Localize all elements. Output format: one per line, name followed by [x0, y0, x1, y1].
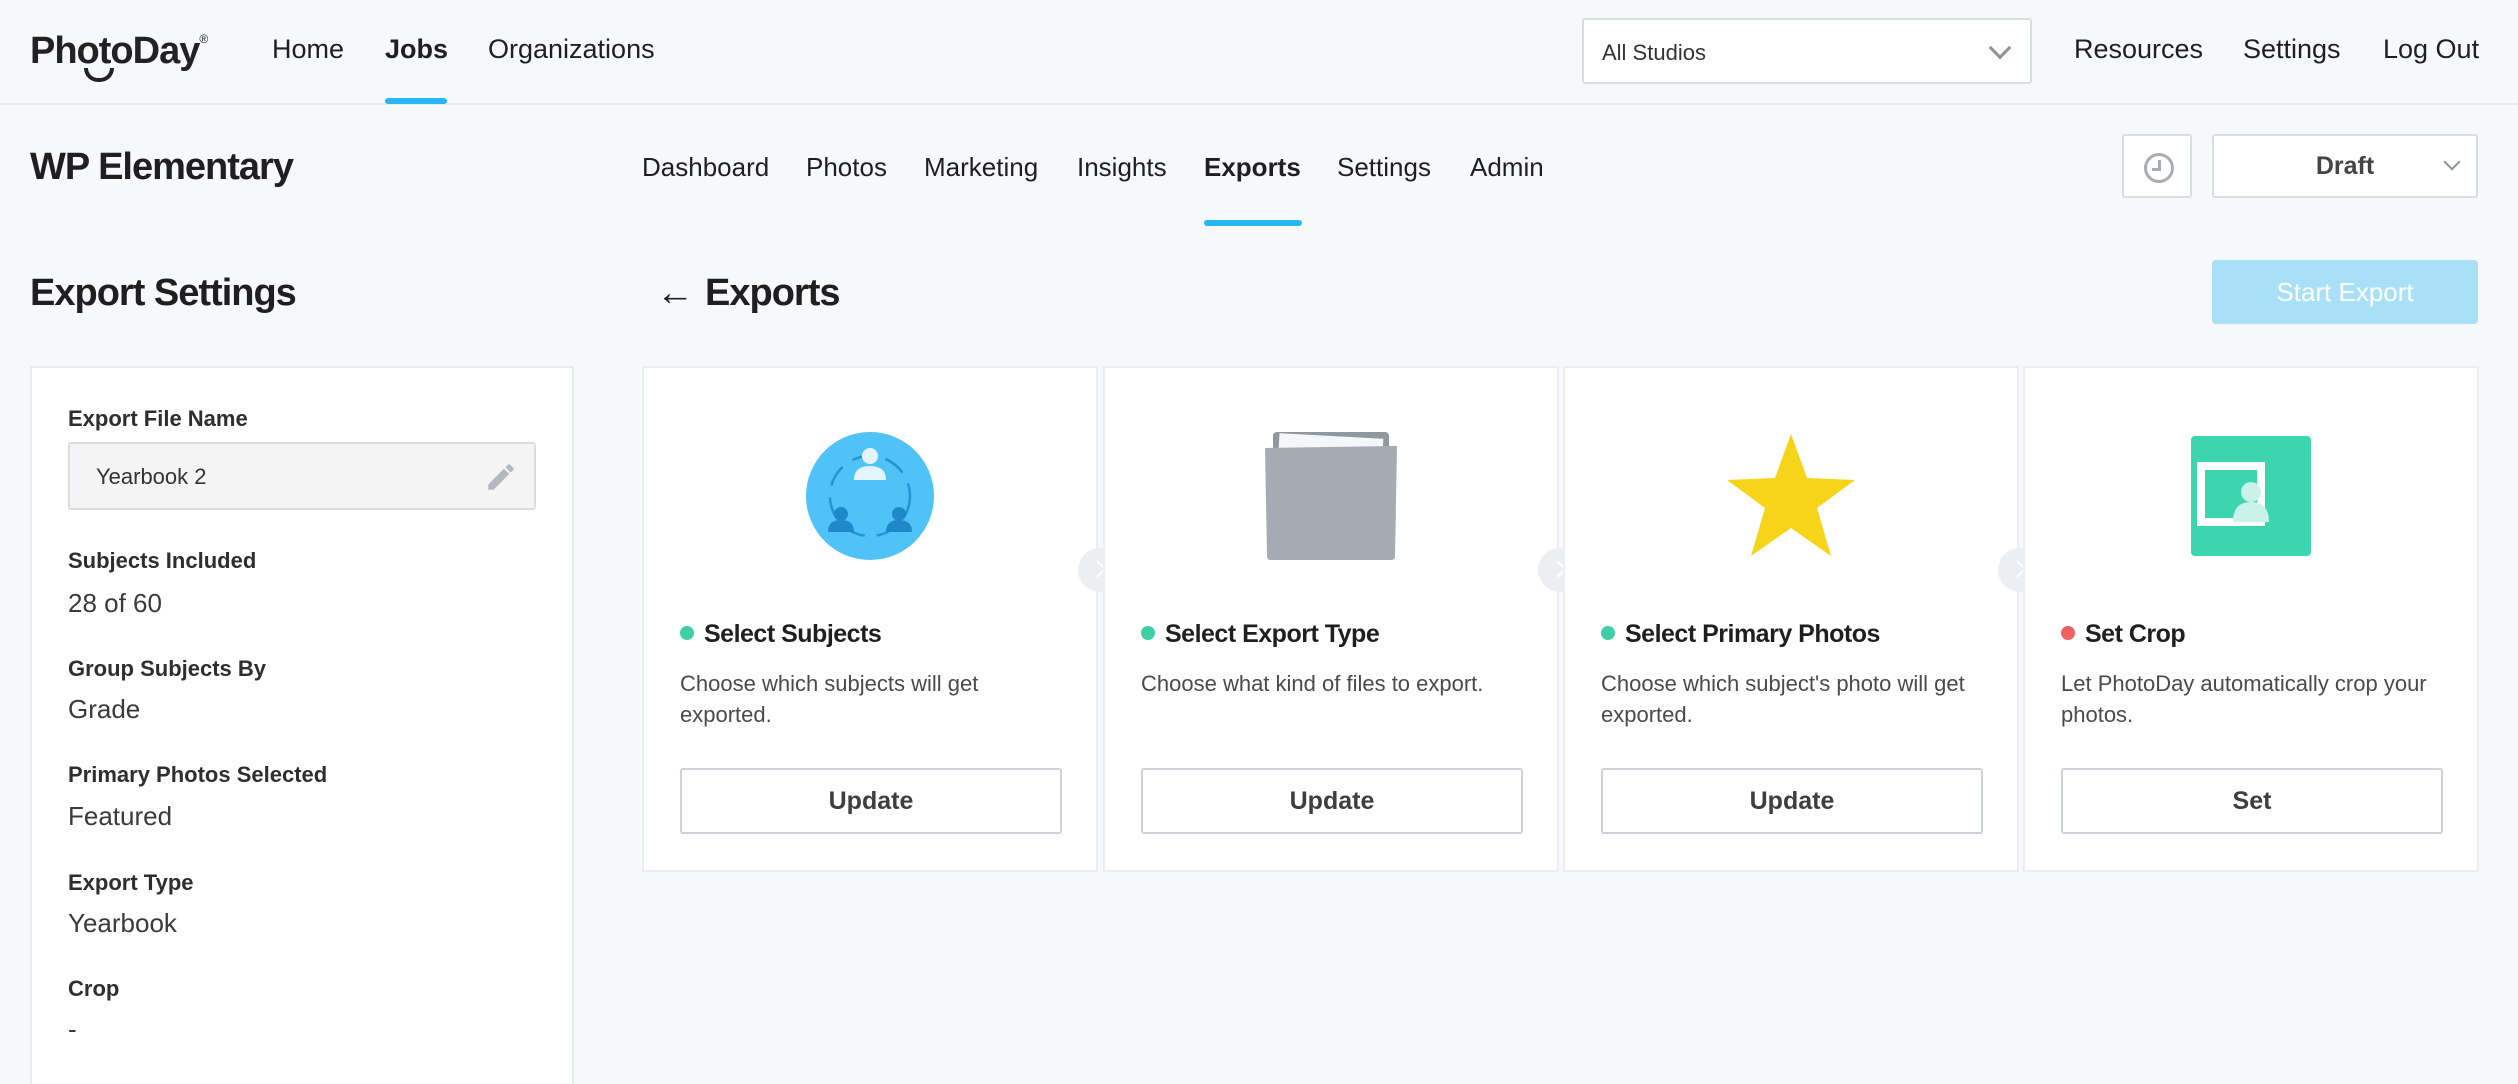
- pencil-edit-icon[interactable]: [484, 460, 518, 494]
- step-description: Choose what kind of files to export.: [1141, 671, 1484, 696]
- nav-home[interactable]: Home: [272, 34, 344, 65]
- nav-settings[interactable]: Settings: [2243, 34, 2341, 65]
- status-dot-complete: [1141, 626, 1155, 640]
- field-label-export-file-name: Export File Name: [68, 406, 248, 431]
- tab-exports[interactable]: Exports: [1204, 152, 1301, 183]
- star-icon: [1727, 434, 1855, 556]
- field-value-subjects-included: 28 of 60: [68, 588, 162, 618]
- export-settings-title: Export Settings: [30, 272, 297, 314]
- nav-resources[interactable]: Resources: [2074, 34, 2203, 65]
- step-description: Let PhotoDay automatically crop your pho…: [2061, 671, 2427, 727]
- chevron-down-icon: [2443, 153, 2461, 171]
- step-card-select-primary-photos: Select Primary Photos Choose which subje…: [1563, 366, 2019, 872]
- photoday-logo[interactable]: PhotoDay®: [30, 30, 208, 82]
- nav-organizations[interactable]: Organizations: [488, 34, 655, 65]
- step-description: Choose which subject's photo will get ex…: [1601, 671, 1965, 727]
- nav-jobs[interactable]: Jobs: [385, 34, 448, 65]
- field-label-subjects-included: Subjects Included: [68, 548, 257, 573]
- tab-settings[interactable]: Settings: [1337, 152, 1431, 183]
- nav-log-out[interactable]: Log Out: [2383, 34, 2479, 65]
- update-primary-photos-button[interactable]: Update: [1601, 768, 1983, 834]
- step-title-text: Select Primary Photos: [1625, 620, 1880, 648]
- step-card-select-export-type: Select Export Type Choose what kind of f…: [1103, 366, 1559, 872]
- start-export-button[interactable]: Start Export: [2212, 260, 2478, 324]
- field-value-crop: -: [68, 1014, 77, 1044]
- export-file-name-input[interactable]: Yearbook 2: [68, 442, 536, 510]
- clock-icon: [2144, 153, 2174, 183]
- nav-active-indicator: [385, 98, 447, 104]
- tab-insights[interactable]: Insights: [1077, 152, 1167, 183]
- step-card-select-subjects: Select Subjects Choose which subjects wi…: [642, 366, 1098, 872]
- exports-title: Exports: [705, 272, 840, 314]
- field-label-crop: Crop: [68, 976, 120, 1001]
- tab-admin[interactable]: Admin: [1470, 152, 1544, 183]
- update-export-type-button[interactable]: Update: [1141, 768, 1523, 834]
- field-value-primary-photos-selected: Featured: [68, 801, 173, 831]
- tab-marketing[interactable]: Marketing: [924, 152, 1038, 183]
- step-title: Set Crop: [2061, 620, 2186, 649]
- studio-select[interactable]: All Studios: [1582, 18, 2032, 84]
- job-title: WP Elementary: [30, 146, 294, 188]
- tab-photos[interactable]: Photos: [806, 152, 887, 183]
- step-title-text: Select Subjects: [704, 620, 882, 648]
- export-file-name-value: Yearbook 2: [96, 464, 207, 489]
- update-subjects-button[interactable]: Update: [680, 768, 1062, 834]
- step-title: Select Export Type: [1141, 620, 1380, 649]
- step-description: Choose which subjects will get exported.: [680, 671, 979, 727]
- logo-text: PhotoDay: [30, 30, 200, 72]
- export-settings-panel: Export File Name Yearbook 2 Subjects Inc…: [30, 366, 574, 1084]
- top-navigation-bar: PhotoDay® Home Jobs Organizations All St…: [0, 0, 2518, 105]
- subjects-group-icon: [806, 432, 934, 560]
- tab-dashboard[interactable]: Dashboard: [642, 152, 769, 183]
- job-status-value: Draft: [2315, 152, 2375, 180]
- back-arrow-icon[interactable]: ←: [656, 272, 694, 315]
- crop-portrait-icon: [2191, 436, 2311, 556]
- studio-select-value: All Studios: [1602, 40, 1706, 65]
- field-label-export-type: Export Type: [68, 870, 194, 895]
- history-button[interactable]: [2122, 134, 2192, 198]
- step-title: Select Subjects: [680, 620, 882, 649]
- step-card-set-crop: Set Crop Let PhotoDay automatically crop…: [2023, 366, 2479, 872]
- step-title-text: Select Export Type: [1165, 620, 1380, 648]
- field-value-group-subjects-by: Grade: [68, 694, 141, 724]
- field-label-group-subjects-by: Group Subjects By: [68, 656, 267, 681]
- status-dot-complete: [1601, 626, 1615, 640]
- status-dot-complete: [680, 626, 694, 640]
- chevron-down-icon: [1988, 36, 2012, 60]
- set-crop-button[interactable]: Set: [2061, 768, 2443, 834]
- step-title-text: Set Crop: [2085, 620, 2186, 648]
- status-dot-incomplete: [2061, 626, 2075, 640]
- logo-smile-mark: [84, 68, 114, 82]
- job-status-select[interactable]: Draft: [2212, 134, 2478, 198]
- field-label-primary-photos-selected: Primary Photos Selected: [68, 762, 328, 787]
- tab-active-indicator: [1204, 220, 1302, 226]
- step-title: Select Primary Photos: [1601, 620, 1880, 649]
- folder-icon: [1265, 432, 1397, 560]
- field-value-export-type: Yearbook: [68, 908, 177, 938]
